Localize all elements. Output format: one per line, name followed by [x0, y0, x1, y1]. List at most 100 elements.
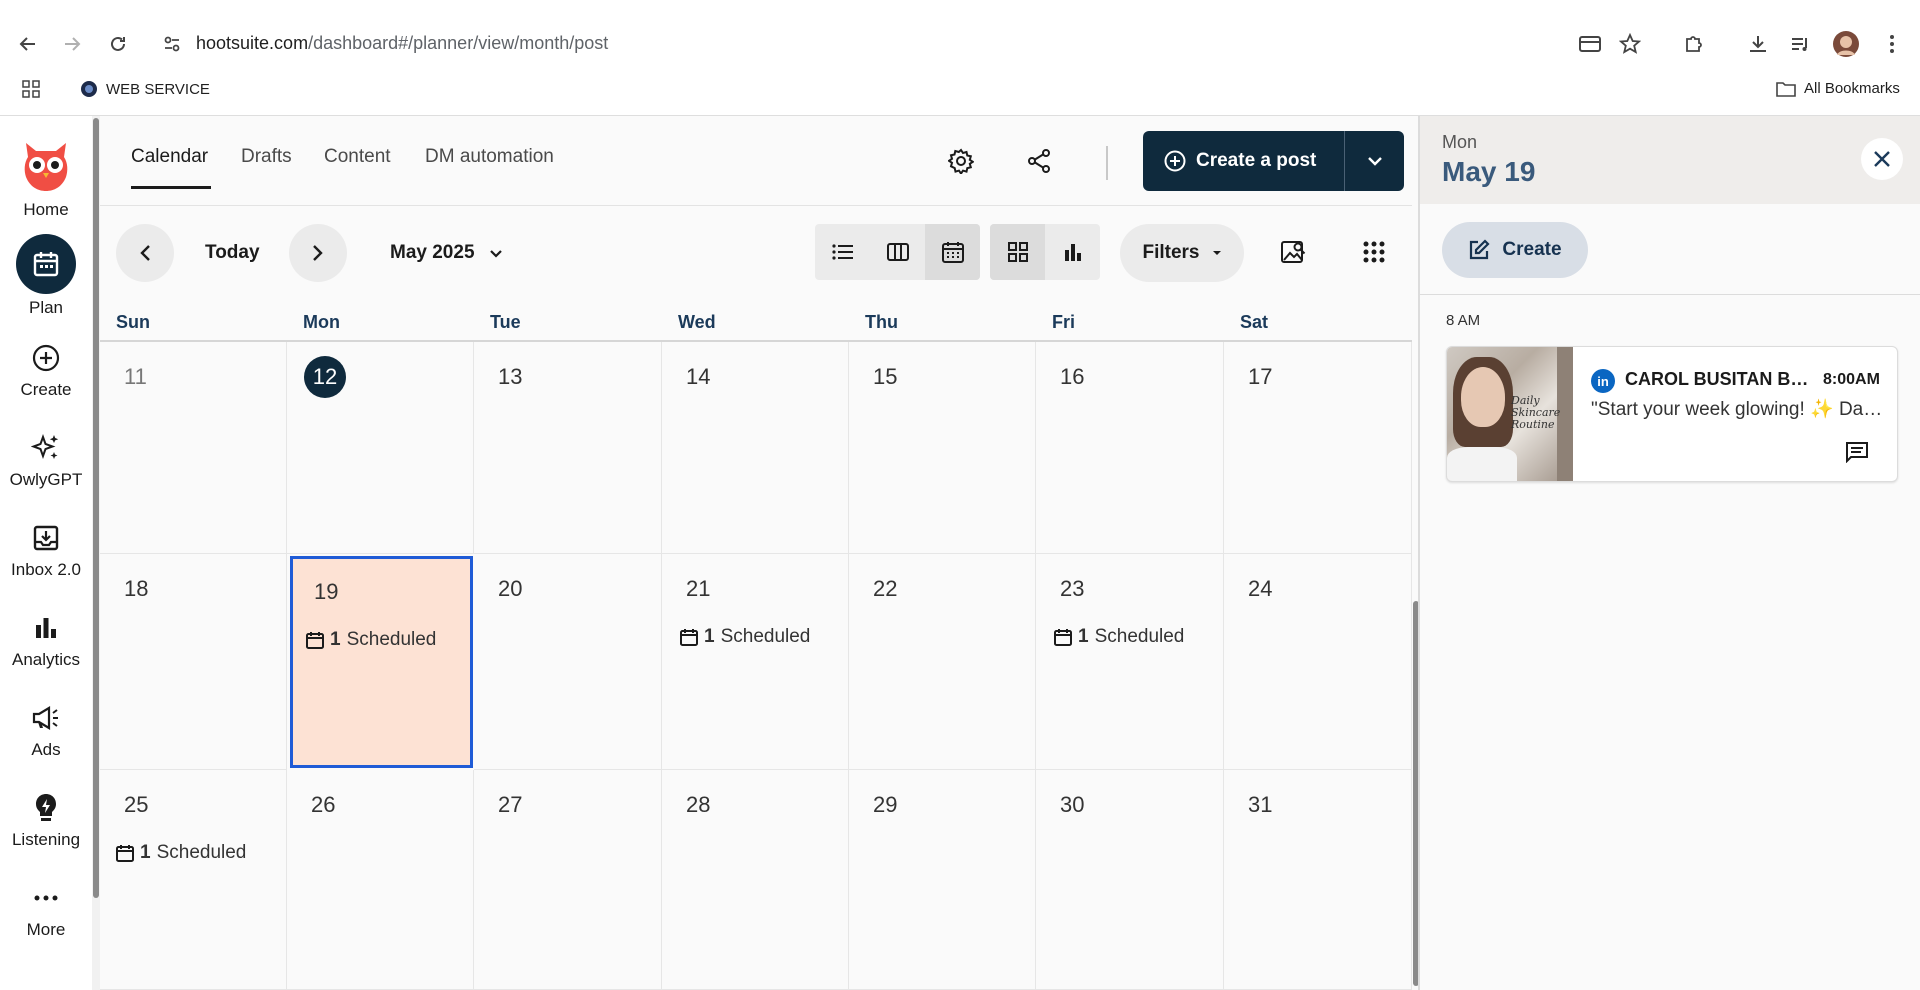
- owl-logo-icon: [15, 134, 77, 196]
- bookmark-web-service[interactable]: WEB SERVICE: [80, 80, 210, 98]
- day-cell-16[interactable]: 16: [1036, 342, 1224, 554]
- rail-scrollbar-thumb[interactable]: [93, 118, 99, 898]
- day-cell-22[interactable]: 22: [849, 554, 1036, 770]
- tab-drafts[interactable]: Drafts: [241, 146, 292, 168]
- card-button[interactable]: [1576, 30, 1604, 58]
- week-view-button[interactable]: [870, 224, 925, 280]
- calendar-weekday-header: Sun Mon Tue Wed Thu Fri Sat: [100, 300, 1412, 342]
- inbox-icon: [28, 520, 64, 556]
- nav-listening[interactable]: Listening: [0, 790, 92, 850]
- nav-analytics[interactable]: Analytics: [0, 610, 92, 670]
- bar-chart-icon: [1064, 244, 1081, 261]
- day-number: 20: [498, 576, 523, 601]
- month-view-button[interactable]: [925, 224, 980, 280]
- today-button[interactable]: Today: [205, 242, 260, 264]
- analytics-layout-button[interactable]: [1045, 224, 1100, 280]
- tune-icon: [164, 36, 180, 52]
- apps-menu-button[interactable]: [1352, 230, 1396, 274]
- scheduled-label: Scheduled: [1094, 626, 1185, 647]
- scheduled-badge[interactable]: 1 Scheduled: [680, 626, 810, 648]
- scheduled-post-card[interactable]: Daily Skincare Routine in CAROL BUSITAN BA…: [1446, 346, 1898, 482]
- month-selector[interactable]: May 2025: [390, 242, 503, 264]
- nav-home[interactable]: Home: [0, 134, 92, 220]
- day-cell-17[interactable]: 17: [1224, 342, 1412, 554]
- tab-calendar[interactable]: Calendar: [131, 146, 208, 168]
- tab-content[interactable]: Content: [324, 146, 391, 168]
- day-number: 13: [498, 364, 523, 389]
- day-cell-26[interactable]: 26: [287, 770, 474, 990]
- bookmark-star-button[interactable]: [1616, 30, 1644, 58]
- all-bookmarks[interactable]: All Bookmarks: [1776, 80, 1900, 97]
- media-button[interactable]: [1786, 30, 1814, 58]
- share-button[interactable]: [1017, 139, 1061, 183]
- previous-month-button[interactable]: [116, 224, 174, 282]
- reload-button[interactable]: [104, 30, 132, 58]
- url-field[interactable]: hootsuite.com/dashboard#/planner/view/mo…: [196, 33, 608, 54]
- create-post-button[interactable]: Create a post: [1143, 131, 1404, 191]
- day-cell-23[interactable]: 23 1 Scheduled: [1036, 554, 1224, 770]
- downloads-button[interactable]: [1744, 30, 1772, 58]
- day-detail-header: Mon May 19: [1420, 116, 1920, 204]
- day-cell-19-selected[interactable]: 19 1 Scheduled: [290, 556, 473, 768]
- nav-more[interactable]: More: [0, 880, 92, 940]
- weekday-tue: Tue: [490, 312, 521, 332]
- apps-grid-icon: [22, 80, 40, 98]
- scheduled-label: Scheduled: [346, 629, 437, 650]
- day-cell-29[interactable]: 29: [849, 770, 1036, 990]
- nav-inbox[interactable]: Inbox 2.0: [0, 520, 92, 580]
- profile-avatar[interactable]: [1832, 30, 1860, 58]
- day-cell-15[interactable]: 15: [849, 342, 1036, 554]
- day-cell-18[interactable]: 18: [100, 554, 287, 770]
- apps-button[interactable]: [22, 80, 40, 98]
- lightbulb-icon: [28, 790, 64, 826]
- day-cell-13[interactable]: 13: [474, 342, 662, 554]
- day-cell-20[interactable]: 20: [474, 554, 662, 770]
- calendar-toolbar: Today May 2025 Filters: [100, 206, 1418, 300]
- scheduled-badge[interactable]: 1 Scheduled: [1054, 626, 1184, 648]
- month-selector-label: May 2025: [390, 242, 475, 263]
- chevron-right-icon: [313, 245, 323, 261]
- nav-ads[interactable]: Ads: [0, 700, 92, 760]
- day-cell-12[interactable]: 12: [287, 342, 474, 554]
- site-settings-button[interactable]: [158, 30, 186, 58]
- day-cell-31[interactable]: 31: [1224, 770, 1412, 990]
- nav-plan[interactable]: Plan: [0, 234, 92, 318]
- share-icon: [1028, 149, 1050, 173]
- day-detail-panel: Mon May 19 Create 8 AM Daily Skincare Rout…: [1418, 116, 1920, 990]
- scheduled-badge[interactable]: 1 Scheduled: [116, 842, 246, 864]
- day-cell-24[interactable]: 24: [1224, 554, 1412, 770]
- day-cell-14[interactable]: 14: [662, 342, 849, 554]
- scheduled-badge[interactable]: 1 Scheduled: [306, 629, 436, 651]
- megaphone-icon: [28, 700, 64, 736]
- avatar-icon: [1833, 31, 1859, 57]
- settings-button[interactable]: [939, 139, 983, 183]
- day-cell-27[interactable]: 27: [474, 770, 662, 990]
- create-post-main[interactable]: Create a post: [1143, 131, 1345, 191]
- day-cell-28[interactable]: 28: [662, 770, 849, 990]
- tab-dm-automation[interactable]: DM automation: [425, 146, 554, 168]
- columns-icon: [886, 243, 909, 261]
- day-number: 17: [1248, 364, 1273, 389]
- filters-button[interactable]: Filters: [1120, 224, 1244, 282]
- create-post-dropdown[interactable]: [1345, 131, 1404, 191]
- url-path: /dashboard#/planner/view/month/post: [308, 33, 609, 53]
- image-search-button[interactable]: [1272, 230, 1316, 274]
- panel-create-button[interactable]: Create: [1442, 222, 1588, 278]
- day-number: 11: [124, 364, 147, 389]
- nav-owlygpt[interactable]: OwlyGPT: [0, 430, 92, 490]
- weekday-wed: Wed: [678, 312, 716, 332]
- comment-button[interactable]: [1845, 441, 1871, 465]
- close-panel-button[interactable]: [1861, 138, 1903, 180]
- day-cell-21[interactable]: 21 1 Scheduled: [662, 554, 849, 770]
- day-cell-30[interactable]: 30: [1036, 770, 1224, 990]
- day-cell-25[interactable]: 25 1 Scheduled: [100, 770, 287, 990]
- extensions-button[interactable]: [1680, 30, 1708, 58]
- next-month-button[interactable]: [289, 224, 347, 282]
- nav-create[interactable]: Create: [0, 340, 92, 400]
- forward-button[interactable]: [58, 30, 86, 58]
- list-view-button[interactable]: [815, 224, 870, 280]
- browser-menu-button[interactable]: [1878, 30, 1906, 58]
- day-cell-11[interactable]: 11: [100, 342, 287, 554]
- grid-layout-button[interactable]: [990, 224, 1045, 280]
- back-button[interactable]: [14, 30, 42, 58]
